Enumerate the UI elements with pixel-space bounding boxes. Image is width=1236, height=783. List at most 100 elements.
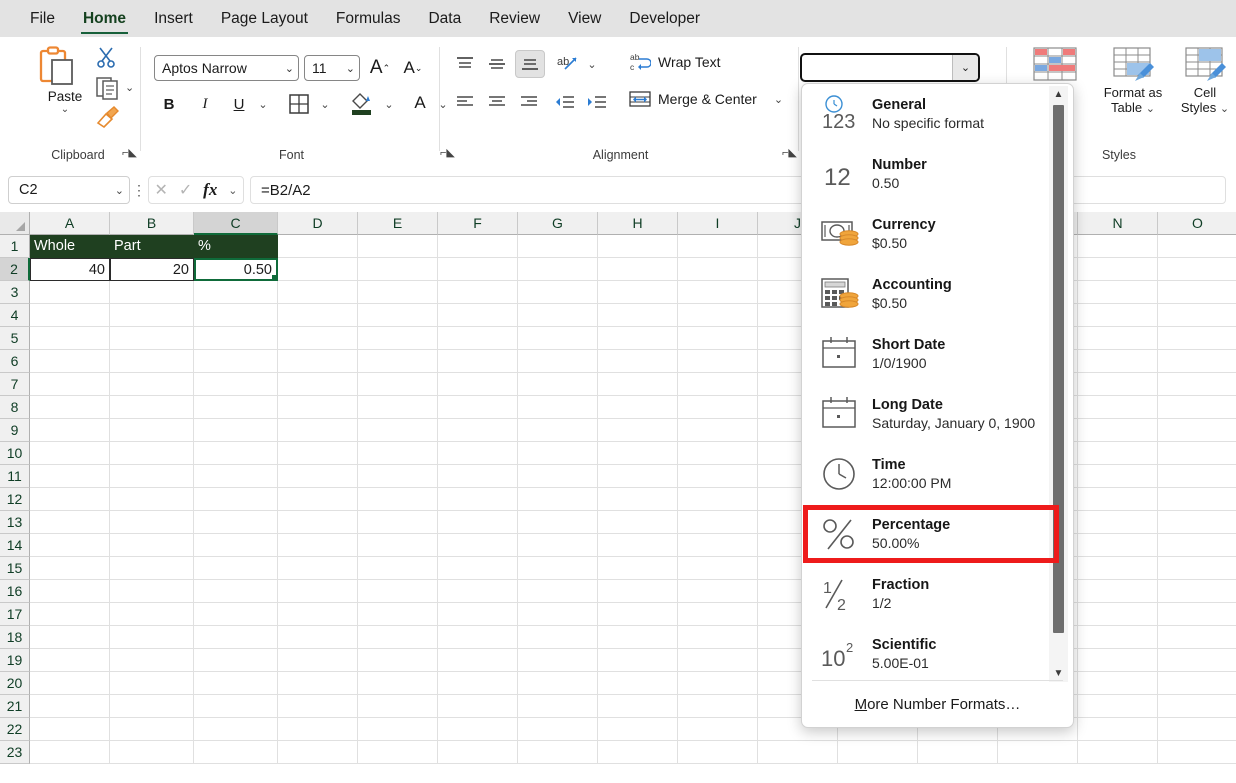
row-header-3[interactable]: 3 — [0, 281, 30, 304]
cell-B12[interactable] — [110, 488, 194, 511]
cell-I14[interactable] — [678, 534, 758, 557]
cell-O11[interactable] — [1158, 465, 1236, 488]
cell-H16[interactable] — [598, 580, 678, 603]
cell-B11[interactable] — [110, 465, 194, 488]
cell-G13[interactable] — [518, 511, 598, 534]
row-header-4[interactable]: 4 — [0, 304, 30, 327]
format-as-table-chevron-down-icon[interactable]: ⌄ — [1146, 103, 1155, 115]
cell-D5[interactable] — [278, 327, 358, 350]
cell-A15[interactable] — [30, 557, 110, 580]
tab-page-layout[interactable]: Page Layout — [207, 0, 322, 37]
cell-F19[interactable] — [438, 649, 518, 672]
fill-color-button[interactable] — [346, 87, 378, 119]
column-header-O[interactable]: O — [1158, 212, 1236, 235]
number-format-item-currency[interactable]: Currency $0.50 — [802, 204, 1057, 264]
cell-G11[interactable] — [518, 465, 598, 488]
cell-C7[interactable] — [194, 373, 278, 396]
cell-G8[interactable] — [518, 396, 598, 419]
cell-E2[interactable] — [358, 258, 438, 281]
cell-H7[interactable] — [598, 373, 678, 396]
cell-C1[interactable]: % — [194, 235, 278, 258]
decrease-indent-button[interactable] — [551, 89, 579, 115]
cell-styles-button[interactable]: Cell Styles ⌄ — [1168, 45, 1236, 117]
cell-N1[interactable] — [1078, 235, 1158, 258]
cell-B8[interactable] — [110, 396, 194, 419]
cell-H15[interactable] — [598, 557, 678, 580]
column-header-D[interactable]: D — [278, 212, 358, 235]
cell-O17[interactable] — [1158, 603, 1236, 626]
cell-H17[interactable] — [598, 603, 678, 626]
underline-button[interactable]: U — [226, 91, 252, 117]
font-color-button[interactable]: A — [406, 89, 434, 117]
cell-E8[interactable] — [358, 396, 438, 419]
cell-D2[interactable] — [278, 258, 358, 281]
cell-I8[interactable] — [678, 396, 758, 419]
cell-O8[interactable] — [1158, 396, 1236, 419]
cell-C20[interactable] — [194, 672, 278, 695]
alignment-dialog-launcher[interactable]: ⌐◣ — [782, 146, 797, 160]
row-header-20[interactable]: 20 — [0, 672, 30, 695]
cell-I19[interactable] — [678, 649, 758, 672]
cell-N19[interactable] — [1078, 649, 1158, 672]
merge-center-chevron-down-icon[interactable]: ⌄ — [774, 93, 783, 106]
cell-C14[interactable] — [194, 534, 278, 557]
cell-B22[interactable] — [110, 718, 194, 741]
cell-C2[interactable]: 0.50 — [194, 258, 278, 281]
cell-D11[interactable] — [278, 465, 358, 488]
cell-D16[interactable] — [278, 580, 358, 603]
cancel-icon[interactable]: ✕ — [154, 180, 167, 200]
cell-E10[interactable] — [358, 442, 438, 465]
cell-D10[interactable] — [278, 442, 358, 465]
cell-C10[interactable] — [194, 442, 278, 465]
cell-B10[interactable] — [110, 442, 194, 465]
cell-O23[interactable] — [1158, 741, 1236, 764]
cell-O1[interactable] — [1158, 235, 1236, 258]
cell-O14[interactable] — [1158, 534, 1236, 557]
cell-H2[interactable] — [598, 258, 678, 281]
cell-N7[interactable] — [1078, 373, 1158, 396]
cell-O22[interactable] — [1158, 718, 1236, 741]
cell-D21[interactable] — [278, 695, 358, 718]
cell-I2[interactable] — [678, 258, 758, 281]
grow-font-button[interactable]: A ⌃ — [366, 54, 394, 82]
row-header-6[interactable]: 6 — [0, 350, 30, 373]
cell-F10[interactable] — [438, 442, 518, 465]
cell-A19[interactable] — [30, 649, 110, 672]
cell-E23[interactable] — [358, 741, 438, 764]
tab-formulas[interactable]: Formulas — [322, 0, 415, 37]
cell-D3[interactable] — [278, 281, 358, 304]
row-header-16[interactable]: 16 — [0, 580, 30, 603]
cell-B20[interactable] — [110, 672, 194, 695]
cell-B6[interactable] — [110, 350, 194, 373]
number-format-item-long-date[interactable]: Long Date Saturday, January 0, 1900 — [802, 384, 1057, 444]
font-family-combo[interactable]: Aptos Narrow ⌄ — [154, 55, 299, 81]
orientation-button[interactable]: ab — [553, 50, 581, 78]
cell-F6[interactable] — [438, 350, 518, 373]
cell-N3[interactable] — [1078, 281, 1158, 304]
cell-C12[interactable] — [194, 488, 278, 511]
cell-B19[interactable] — [110, 649, 194, 672]
tab-file[interactable]: File — [16, 0, 69, 37]
cell-I12[interactable] — [678, 488, 758, 511]
cell-E9[interactable] — [358, 419, 438, 442]
cell-N16[interactable] — [1078, 580, 1158, 603]
cell-G6[interactable] — [518, 350, 598, 373]
cell-F5[interactable] — [438, 327, 518, 350]
cell-A3[interactable] — [30, 281, 110, 304]
cell-O13[interactable] — [1158, 511, 1236, 534]
cell-H18[interactable] — [598, 626, 678, 649]
cell-H19[interactable] — [598, 649, 678, 672]
cell-G7[interactable] — [518, 373, 598, 396]
cell-O15[interactable] — [1158, 557, 1236, 580]
cell-C15[interactable] — [194, 557, 278, 580]
cell-F14[interactable] — [438, 534, 518, 557]
top-align-button[interactable] — [451, 51, 479, 77]
cell-D22[interactable] — [278, 718, 358, 741]
cell-A16[interactable] — [30, 580, 110, 603]
cell-H11[interactable] — [598, 465, 678, 488]
dropdown-scrollbar[interactable]: ▲ ▼ — [1049, 86, 1068, 682]
column-header-F[interactable]: F — [438, 212, 518, 235]
select-all-corner[interactable] — [0, 212, 30, 235]
name-box[interactable]: C2 ⌄ — [8, 176, 130, 204]
cell-G14[interactable] — [518, 534, 598, 557]
